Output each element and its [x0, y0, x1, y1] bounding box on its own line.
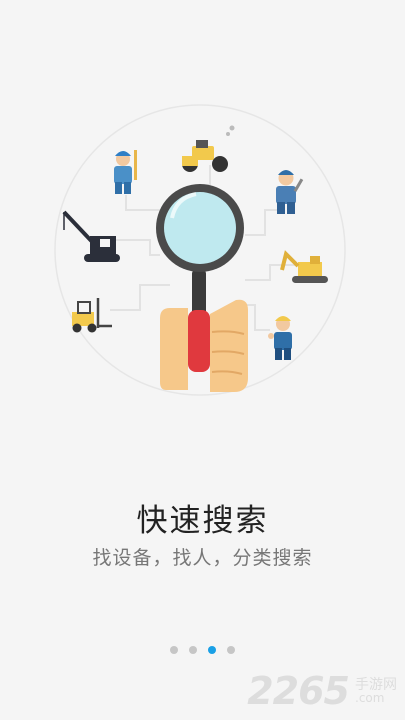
forklift-icon: [72, 298, 112, 333]
road-roller-icon: [182, 125, 235, 172]
onboarding-subtitle: 找设备，找人，分类搜索: [92, 547, 313, 569]
worker-thumbs-up-icon: [268, 316, 292, 360]
magnifier-in-hand-icon: [156, 184, 248, 392]
page-dot-3-active[interactable]: [208, 646, 216, 654]
page-indicator[interactable]: [0, 646, 405, 654]
watermark-url: .com: [355, 691, 385, 705]
onboarding-title: 快速搜索: [136, 503, 269, 539]
watermark: 2265 手游网 .com: [247, 669, 397, 713]
watermark-text: 手游网: [355, 677, 397, 693]
search-illustration: [54, 104, 346, 396]
crane-icon: [62, 210, 120, 262]
worker-wrench-icon: [276, 170, 304, 214]
excavator-icon: [280, 250, 328, 283]
surveyor-icon: [114, 150, 137, 194]
page-dot-1[interactable]: [170, 646, 178, 654]
onboarding-screen: 快速搜索 找设备，找人，分类搜索 2265 手游网 .com: [0, 0, 405, 720]
watermark-text-block: 手游网 .com: [355, 678, 397, 704]
page-dot-4[interactable]: [227, 646, 235, 654]
watermark-mark: 2265: [247, 669, 350, 713]
page-dot-2[interactable]: [189, 646, 197, 654]
